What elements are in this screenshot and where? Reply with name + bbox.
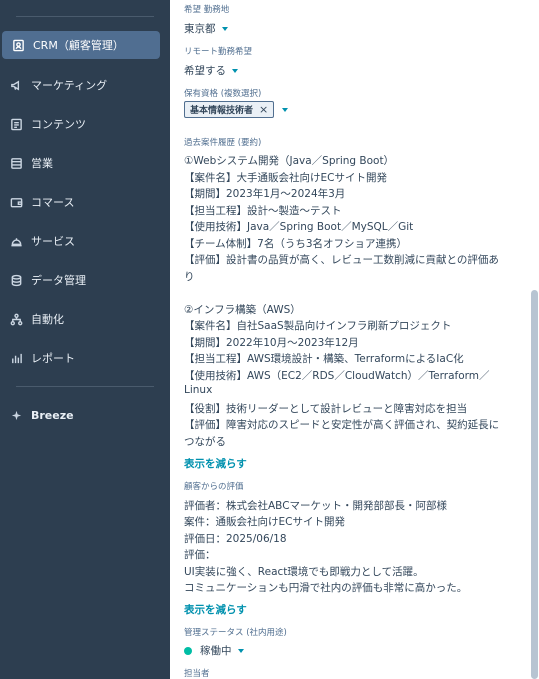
- status-dropdown[interactable]: 稼働中: [184, 643, 244, 658]
- review-label: 顧客からの評価: [184, 482, 244, 492]
- status-value: 稼働中: [200, 645, 232, 657]
- cert-tag-label: 基本情報技術者: [190, 106, 254, 116]
- sidebar-item-label: CRM（顧客管理）: [33, 39, 124, 52]
- location-label: 希望 勤務地: [184, 5, 230, 15]
- sales-icon: [9, 156, 23, 170]
- sidebar-item-label: コンテンツ: [31, 118, 86, 131]
- review-line: コミュニケーションも円滑で社内の評価も非常に高かった。: [184, 582, 468, 594]
- sidebar-divider-bottom: [16, 386, 154, 387]
- sidebar-item-commerce[interactable]: コマース: [0, 188, 170, 216]
- sidebar-item-marketing[interactable]: マーケティング: [0, 71, 170, 99]
- history-label: 過去案件履歴 (要約): [184, 138, 262, 148]
- history-line: り: [184, 271, 195, 283]
- cert-tag: 基本情報技術者 ×: [184, 101, 275, 118]
- record-properties-panel: 希望 勤務地 東京都 リモート勤務希望 希望する 保有資格 (複数選択) 基本情…: [170, 0, 539, 679]
- history-line: ①Webシステム開発（Java／Spring Boot）: [184, 155, 395, 167]
- history-line: 【期間】2022年10月〜2023年12月: [184, 337, 359, 349]
- sidebar-divider-top: [16, 16, 154, 17]
- history-line: 【担当工程】AWS環境設計・構築、TerraformによるIaC化: [184, 353, 464, 365]
- sidebar-item-label: コマース: [31, 196, 75, 209]
- history-line: 【評価】障害対応のスピードと安定性が高く評価され、契約延長に: [184, 419, 500, 431]
- history-line: つながる: [184, 436, 226, 448]
- document-icon: [9, 117, 23, 131]
- megaphone-icon: [9, 78, 23, 92]
- sidebar-item-label: Breeze: [31, 408, 74, 422]
- sidebar-item-label: マーケティング: [31, 79, 108, 92]
- chevron-down-icon: [237, 648, 244, 653]
- database-icon: [9, 273, 23, 287]
- remote-dropdown[interactable]: 希望する: [184, 63, 238, 78]
- location-dropdown[interactable]: 東京都: [184, 21, 228, 36]
- sidebar-item-automation[interactable]: 自動化: [0, 305, 170, 333]
- history-line: Linux: [184, 384, 213, 396]
- scrollbar-thumb[interactable]: [531, 290, 538, 679]
- bar-chart-icon: [9, 351, 23, 365]
- workflow-icon: [9, 312, 23, 326]
- service-icon: [9, 234, 23, 248]
- sidebar-nav: CRM（顧客管理） マーケティング コンテンツ 営業 コマース サービス データ…: [0, 0, 170, 679]
- sidebar-item-reports[interactable]: レポート: [0, 344, 170, 372]
- sidebar-item-label: サービス: [31, 235, 75, 248]
- wallet-icon: [9, 195, 23, 209]
- review-line: 評価者：株式会社ABCマーケット・開発部部長・阿部様: [184, 500, 448, 512]
- review-line: UI実装に強く、React環境でも即戦力として活躍。: [184, 566, 424, 578]
- remote-value: 希望する: [184, 65, 226, 77]
- history-line: 【案件名】自社SaaS製品向けインフラ刷新プロジェクト: [184, 320, 452, 332]
- history-line: ②インフラ構築（AWS）: [184, 304, 301, 316]
- sidebar-item-sales[interactable]: 営業: [0, 149, 170, 177]
- status-dot: [184, 646, 192, 655]
- history-line: 【チーム体制】7名（うち3名オフショア連携）: [184, 238, 408, 250]
- status-label: 管理ステータス (社内用途): [184, 628, 287, 638]
- remote-label: リモート勤務希望: [184, 47, 253, 57]
- sidebar-item-crm[interactable]: CRM（顧客管理）: [2, 31, 160, 59]
- sidebar-item-service[interactable]: サービス: [0, 227, 170, 255]
- sidebar-item-breeze[interactable]: Breeze: [0, 401, 170, 429]
- certs-label: 保有資格 (複数選択): [184, 89, 262, 99]
- show-less-link[interactable]: 表示を減らす: [184, 602, 247, 617]
- sparkle-icon: [9, 408, 23, 422]
- sidebar-item-label: レポート: [31, 352, 75, 365]
- sidebar-item-label: 営業: [31, 157, 53, 170]
- history-line: 【担当工程】設計〜製造〜テスト: [184, 205, 342, 217]
- close-icon[interactable]: ×: [259, 103, 268, 116]
- sidebar-item-data-management[interactable]: データ管理: [0, 266, 170, 294]
- chevron-down-icon[interactable]: [282, 107, 289, 112]
- location-value: 東京都: [184, 23, 216, 35]
- chevron-down-icon: [221, 26, 228, 31]
- sidebar-item-label: データ管理: [31, 274, 86, 287]
- history-line: 【評価】設計書の品質が高く、レビュー工数削減に貢献との評価あ: [184, 254, 499, 266]
- chevron-down-icon: [232, 68, 238, 73]
- review-line: 案件：通販会社向けECサイト開発: [184, 516, 345, 528]
- history-line: 【使用技術】Java／Spring Boot／MySQL／Git: [184, 221, 414, 233]
- sidebar-item-label: 自動化: [31, 313, 64, 326]
- history-line: 【期間】2023年1月〜2024年3月: [184, 188, 346, 200]
- owner-label: 担当者: [184, 669, 210, 679]
- review-line: 評価：: [184, 549, 216, 561]
- show-less-link[interactable]: 表示を減らす: [184, 456, 247, 471]
- history-line: 【案件名】大手通販会社向けECサイト開発: [184, 172, 387, 184]
- contacts-icon: [11, 38, 25, 52]
- certs-multiselect[interactable]: 基本情報技術者 ×: [184, 101, 289, 118]
- history-line: 【使用技術】AWS（EC2／RDS／CloudWatch）／Terraform／: [184, 370, 490, 382]
- history-line: 【役割】技術リーダーとして設計レビューと障害対応を担当: [184, 403, 468, 415]
- sidebar-item-content[interactable]: コンテンツ: [0, 110, 170, 138]
- review-line: 評価日：2025/06/18: [184, 533, 287, 545]
